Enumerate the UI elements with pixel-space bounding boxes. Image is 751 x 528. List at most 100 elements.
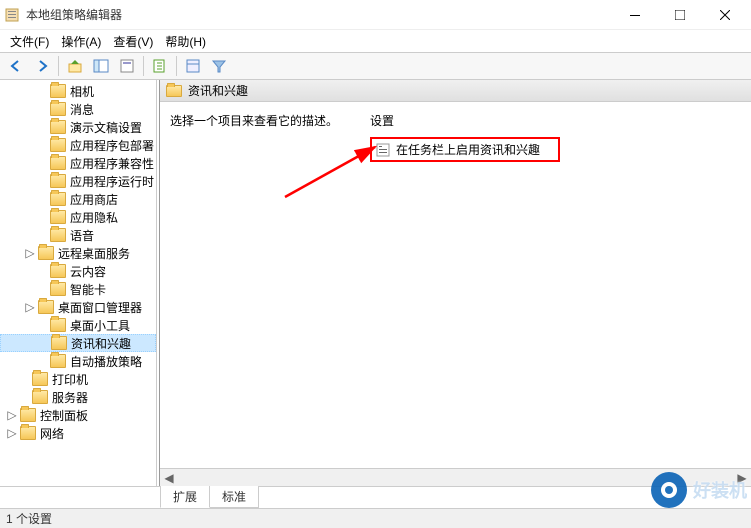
tree-item-label: 应用商店	[70, 191, 118, 208]
maximize-button[interactable]	[657, 1, 702, 29]
tree-item[interactable]: 应用程序运行时	[0, 172, 156, 190]
watermark-text: 好装机	[693, 477, 747, 503]
tree-item[interactable]: 应用程序包部署	[0, 136, 156, 154]
tree-item[interactable]: ▷桌面窗口管理器	[0, 298, 156, 316]
content-panel: 资讯和兴趣 选择一个项目来查看它的描述。 设置 在任务栏上启用资讯和兴趣	[159, 80, 751, 486]
tree-item[interactable]: ▷ 远程桌面服务	[0, 244, 156, 262]
tree-item-label: 智能卡	[70, 281, 106, 298]
tree-item[interactable]: 打印机	[0, 370, 156, 388]
tree-item-label: 演示文稿设置	[70, 119, 142, 136]
refresh-button[interactable]	[148, 54, 172, 78]
expander-icon	[36, 265, 48, 277]
folder-icon	[20, 426, 36, 440]
menu-file[interactable]: 文件(F)	[4, 31, 55, 52]
tree-item[interactable]: 桌面小工具	[0, 316, 156, 334]
tree-item[interactable]: 云内容	[0, 262, 156, 280]
expander-icon	[37, 337, 49, 349]
tree-item[interactable]: 自动播放策略	[0, 352, 156, 370]
settings-header: 设置	[370, 112, 741, 133]
setting-item-enable-news[interactable]: 在任务栏上启用资讯和兴趣	[370, 137, 560, 162]
expander-icon	[36, 103, 48, 115]
tree-item[interactable]: 消息	[0, 100, 156, 118]
tree-item[interactable]: ▷ 网络	[0, 424, 156, 442]
expander-icon	[36, 319, 48, 331]
folder-icon	[50, 264, 66, 278]
app-icon	[4, 7, 20, 23]
folder-icon	[50, 228, 66, 242]
expander-icon[interactable]: ▷	[24, 247, 36, 259]
expander-icon	[36, 211, 48, 223]
tree-item[interactable]: ▷控制面板	[0, 406, 156, 424]
expander-icon	[36, 355, 48, 367]
expander-icon	[36, 121, 48, 133]
expander-icon	[36, 139, 48, 151]
up-button[interactable]	[63, 54, 87, 78]
folder-icon	[51, 336, 67, 350]
show-hide-tree-button[interactable]	[89, 54, 113, 78]
toolbar	[0, 52, 751, 80]
tree-item[interactable]: 智能卡	[0, 280, 156, 298]
close-button[interactable]	[702, 1, 747, 29]
statusbar: 1 个设置	[0, 508, 751, 528]
tree-item-label: 消息	[70, 101, 94, 118]
expander-icon	[18, 373, 30, 385]
folder-icon	[50, 174, 66, 188]
scroll-left-button[interactable]: ◀	[160, 470, 178, 486]
forward-button[interactable]	[30, 54, 54, 78]
content-title: 资讯和兴趣	[188, 82, 248, 99]
settings-column: 设置 在任务栏上启用资讯和兴趣	[370, 112, 741, 458]
folder-icon	[38, 246, 54, 260]
tree-item-label: 应用隐私	[70, 209, 118, 226]
folder-icon	[50, 354, 66, 368]
tree-item[interactable]: 语音	[0, 226, 156, 244]
filter-button[interactable]	[207, 54, 231, 78]
folder-icon	[32, 372, 48, 386]
description-column: 选择一个项目来查看它的描述。	[170, 112, 370, 458]
tree-item-label: 打印机	[52, 371, 88, 388]
folder-icon	[166, 85, 182, 97]
tree-item-label: 云内容	[70, 263, 106, 280]
content-body: 选择一个项目来查看它的描述。 设置 在任务栏上启用资讯和兴趣	[160, 102, 751, 468]
tab-standard[interactable]: 标准	[209, 486, 259, 508]
expander-icon[interactable]: ▷	[6, 427, 18, 439]
watermark: 好装机	[651, 472, 747, 508]
separator	[176, 56, 177, 76]
menu-action[interactable]: 操作(A)	[55, 31, 107, 52]
minimize-button[interactable]	[612, 1, 657, 29]
folder-icon	[50, 318, 66, 332]
tree-item[interactable]: 应用商店	[0, 190, 156, 208]
tree-item[interactable]: 应用程序兼容性	[0, 154, 156, 172]
expander-icon	[36, 229, 48, 241]
tree-item-label: 桌面小工具	[70, 317, 130, 334]
tree-panel[interactable]: 相机消息演示文稿设置应用程序包部署应用程序兼容性应用程序运行时应用商店应用隐私语…	[0, 80, 157, 486]
tree-item-label: 相机	[70, 83, 94, 100]
properties-button[interactable]	[115, 54, 139, 78]
tree-item[interactable]: 相机	[0, 82, 156, 100]
tree-item-label: 远程桌面服务	[58, 245, 130, 262]
expander-icon[interactable]: ▷	[6, 409, 18, 421]
tree-item[interactable]: 资讯和兴趣	[0, 334, 156, 352]
content-header: 资讯和兴趣	[160, 80, 751, 102]
expander-icon	[18, 391, 30, 403]
folder-icon	[32, 390, 48, 404]
folder-icon	[50, 156, 66, 170]
tree-item-label: 应用程序运行时	[70, 173, 154, 190]
tree-item-label: 自动播放策略	[70, 353, 142, 370]
tree-item-label: 应用程序兼容性	[70, 155, 154, 172]
menu-view[interactable]: 查看(V)	[107, 31, 159, 52]
tab-extended[interactable]: 扩展	[160, 486, 210, 508]
tree-item[interactable]: 应用隐私	[0, 208, 156, 226]
export-button[interactable]	[181, 54, 205, 78]
separator	[58, 56, 59, 76]
menu-help[interactable]: 帮助(H)	[159, 31, 212, 52]
status-text: 1 个设置	[6, 510, 52, 527]
policy-icon	[376, 143, 390, 157]
watermark-logo	[651, 472, 687, 508]
tree-item[interactable]: 演示文稿设置	[0, 118, 156, 136]
expander-icon[interactable]: ▷	[24, 301, 36, 313]
back-button[interactable]	[4, 54, 28, 78]
main: 相机消息演示文稿设置应用程序包部署应用程序兼容性应用程序运行时应用商店应用隐私语…	[0, 80, 751, 486]
tree-item-label: 网络	[40, 425, 64, 442]
tree-item[interactable]: 服务器	[0, 388, 156, 406]
expander-icon	[36, 283, 48, 295]
